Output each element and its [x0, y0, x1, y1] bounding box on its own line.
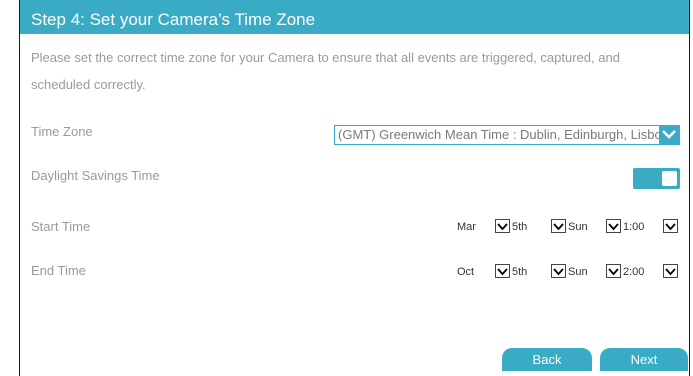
- dst-label: Daylight Savings Time: [31, 168, 160, 183]
- step-title: Step 4: Set your Camera’s Time Zone: [31, 10, 316, 29]
- start-day-dropdown[interactable]: [606, 219, 621, 233]
- step-header: Step 4: Set your Camera’s Time Zone: [20, 0, 689, 34]
- next-button[interactable]: Next: [600, 348, 688, 371]
- start-time-dropdown[interactable]: [663, 219, 678, 233]
- end-month-dropdown[interactable]: [495, 264, 510, 278]
- start-time-label: Start Time: [31, 219, 91, 234]
- time-zone-select[interactable]: (GMT) Greenwich Mean Time : Dublin, Edin…: [334, 125, 680, 145]
- start-day-value: Sun: [568, 221, 588, 233]
- start-week-dropdown[interactable]: [551, 219, 566, 233]
- time-zone-value: (GMT) Greenwich Mean Time : Dublin, Edin…: [338, 127, 679, 142]
- intro-text: Please set the correct time zone for you…: [31, 50, 620, 92]
- back-button[interactable]: Back: [502, 348, 592, 371]
- chevron-down-icon[interactable]: [659, 126, 679, 144]
- end-time-label: End Time: [31, 263, 86, 278]
- time-zone-label: Time Zone: [31, 124, 93, 139]
- end-month-value: Oct: [457, 266, 475, 278]
- start-month-dropdown[interactable]: [495, 219, 510, 233]
- dst-toggle[interactable]: [633, 168, 680, 189]
- end-time-dropdown[interactable]: [663, 264, 678, 278]
- start-week-value: 5th: [512, 221, 528, 233]
- end-week-value: 5th: [512, 266, 528, 278]
- end-day-dropdown[interactable]: [606, 264, 621, 278]
- end-day-value: Sun: [568, 266, 588, 278]
- end-time-value: 2:00: [623, 266, 645, 278]
- start-time-value: 1:00: [623, 221, 645, 233]
- toggle-knob: [662, 171, 677, 186]
- start-month-value: Mar: [457, 221, 476, 233]
- end-week-dropdown[interactable]: [551, 264, 566, 278]
